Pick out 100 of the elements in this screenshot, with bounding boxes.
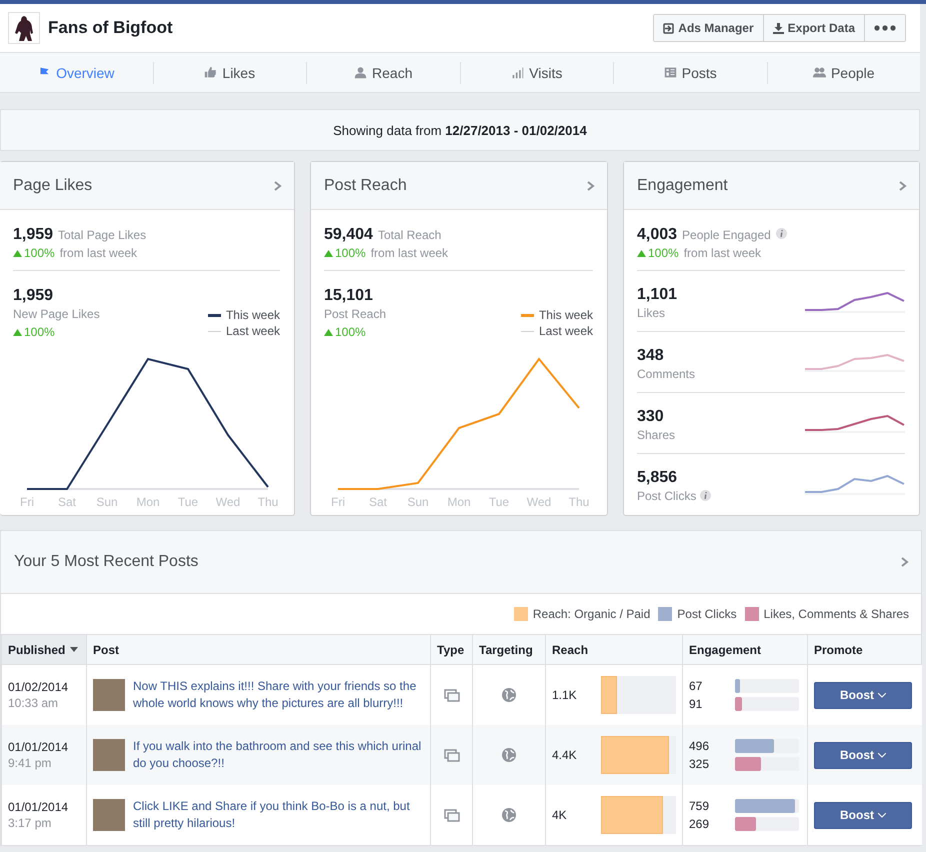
column-header[interactable]: Engagement — [682, 634, 808, 664]
caret-icon — [878, 752, 886, 758]
period-value: 1,959 — [13, 287, 54, 305]
globe-icon — [502, 748, 516, 762]
column-header[interactable]: Promote — [808, 634, 922, 664]
legend-label: Likes, Comments & Shares — [764, 607, 909, 621]
nav-tab[interactable]: People — [766, 62, 920, 84]
post-link[interactable]: Now THIS explains it!!! Share with your friends so the whole world knows why the pictures are all blurry!!! — [133, 678, 424, 712]
sign-in-icon — [663, 22, 674, 34]
stacked-squares-icon — [444, 748, 460, 762]
caret-icon — [878, 692, 886, 698]
up-triangle-icon — [324, 250, 333, 256]
info-icon[interactable] — [700, 490, 712, 501]
tab-icon — [664, 66, 677, 79]
stacked-squares-icon — [444, 808, 460, 822]
column-header[interactable]: Reach — [546, 634, 682, 664]
day-label: Fri — [331, 495, 345, 509]
metric-label: Post Clicks — [637, 488, 696, 502]
legend-label: Last week — [226, 324, 280, 338]
engagement-value: 325 — [689, 757, 710, 771]
total-value: 4,003 — [637, 226, 678, 244]
total-label: People Engaged — [682, 228, 771, 242]
toolbar-button[interactable]: Ads Manager — [654, 15, 763, 41]
period-value: 15,101 — [324, 287, 374, 305]
tab-icon — [511, 66, 524, 79]
nav-tab[interactable]: Posts — [613, 62, 766, 84]
stacked-squares-icon — [444, 688, 460, 702]
metric-value: 5,856 — [637, 468, 678, 486]
date-range-text: Showing data from 12/27/2013 - 01/02/2014 — [333, 122, 587, 138]
total-label: Total Page Likes — [58, 228, 146, 242]
up-triangle-icon — [637, 250, 646, 256]
card-title: Post Reach — [324, 176, 407, 194]
post-time: 10:33 am — [8, 696, 60, 710]
total-label: Total Reach — [378, 228, 442, 242]
up-triangle-icon — [324, 328, 333, 336]
metric-value: 330 — [637, 408, 665, 426]
column-header[interactable]: Targeting — [472, 634, 546, 664]
clicks-value: 759 — [689, 799, 710, 813]
legend-label: Post Clicks — [677, 607, 737, 621]
card-title: Page Likes — [13, 176, 92, 194]
change-label: from last week — [370, 246, 448, 260]
day-label: Fri — [20, 495, 34, 509]
legend-label: Last week — [538, 324, 593, 338]
metric-value: 348 — [637, 346, 665, 364]
change-text: 100% — [648, 246, 679, 260]
metric-label: Likes — [637, 306, 666, 320]
day-label: Mon — [447, 495, 471, 509]
photo-placeholder — [93, 799, 125, 831]
legend-label: This week — [226, 308, 280, 322]
reach-value: 4K — [552, 808, 568, 822]
engagement-value: 91 — [689, 697, 704, 711]
day-label: Sun — [96, 495, 118, 509]
boost-button[interactable]: Boost — [814, 742, 912, 768]
up-triangle-icon — [13, 250, 22, 256]
column-header[interactable]: Published — [2, 634, 86, 664]
card-title: Engagement — [637, 176, 728, 194]
more-dots-icon — [874, 25, 896, 31]
nav-tab[interactable]: Likes — [152, 62, 306, 84]
clicks-value: 496 — [689, 739, 710, 753]
post-link[interactable]: Click LIKE and Share if you think Bo-Bo is a nut, but still pretty hilarious! — [133, 798, 424, 832]
toolbar-button[interactable]: Export Data — [762, 15, 864, 41]
post-time: 3:17 pm — [8, 816, 52, 830]
day-label: Wed — [216, 495, 240, 509]
day-label: Tue — [178, 495, 198, 509]
chevron-right-icon[interactable] — [587, 180, 595, 190]
change-label: from last week — [684, 246, 762, 260]
post-date: 01/02/2014 — [8, 680, 70, 694]
tab-icon — [204, 66, 218, 79]
chevron-right-icon[interactable] — [901, 557, 909, 567]
info-icon[interactable] — [776, 228, 787, 239]
tab-icon — [812, 66, 826, 79]
globe-icon — [502, 808, 516, 822]
legend-swatch — [520, 314, 534, 316]
chevron-right-icon[interactable] — [899, 180, 907, 190]
boost-button[interactable]: Boost — [814, 802, 912, 828]
column-header[interactable]: Post — [86, 634, 430, 664]
post-date: 01/01/2014 — [8, 800, 70, 814]
photo-placeholder — [93, 679, 125, 711]
total-value: 59,404 — [324, 226, 373, 244]
nav-tab[interactable]: Reach — [306, 62, 460, 84]
legend-label: Reach: Organic / Paid — [532, 607, 650, 621]
nav-tab[interactable]: Visits — [460, 62, 613, 84]
column-header[interactable]: Type — [430, 634, 472, 664]
clicks-value: 67 — [689, 679, 704, 693]
day-label: Sat — [58, 495, 76, 509]
photo-placeholder — [93, 739, 125, 771]
more-button[interactable] — [864, 15, 905, 41]
caret-icon — [878, 812, 886, 818]
day-label: Thu — [258, 495, 278, 509]
chevron-right-icon[interactable] — [274, 180, 282, 190]
boost-button[interactable]: Boost — [814, 682, 912, 708]
post-time: 9:41 pm — [8, 756, 52, 770]
total-value: 1,959 — [13, 226, 54, 244]
change-text: 100% — [335, 325, 366, 339]
day-label: Tue — [488, 495, 510, 509]
download-icon — [772, 22, 784, 34]
day-label: Sun — [407, 495, 429, 509]
sort-caret-icon — [70, 647, 78, 652]
day-label: Wed — [526, 495, 552, 509]
reach-value: 1.1K — [552, 688, 578, 702]
